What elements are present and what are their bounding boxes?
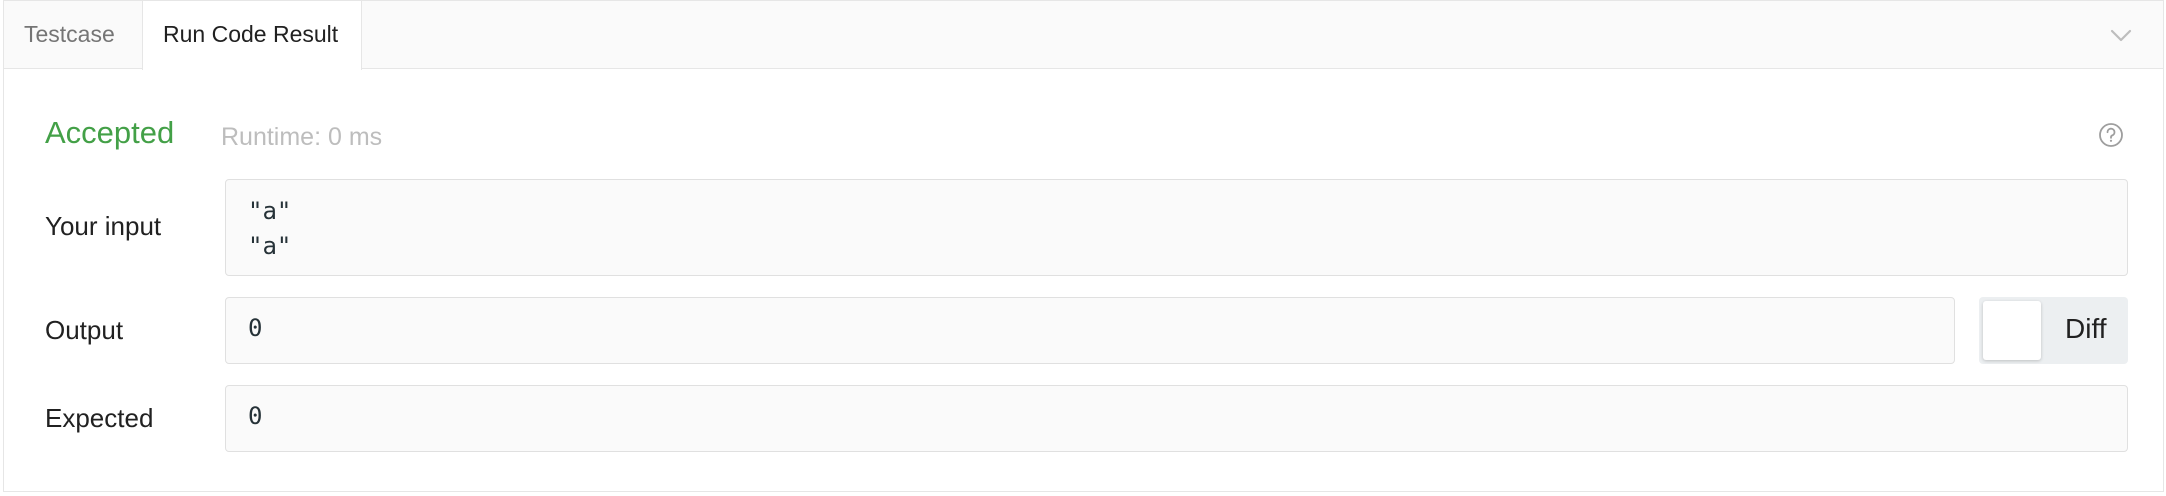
input-label: Your input [45, 211, 162, 241]
result-panel: Testcase Run Code Result Accepted Runtim… [3, 0, 2164, 492]
chevron-down-icon[interactable] [2107, 21, 2135, 49]
expected-label: Expected [45, 403, 154, 433]
input-value-box: "a" "a" [225, 179, 2128, 276]
output-label: Output [45, 315, 124, 345]
diff-toggle-knob[interactable] [1983, 301, 2041, 360]
runtime-text: Runtime: 0 ms [221, 123, 383, 151]
status-verdict: Accepted [45, 115, 175, 150]
tab-bar: Testcase Run Code Result [4, 1, 2163, 70]
tab-run-code-result[interactable]: Run Code Result [142, 1, 362, 70]
expected-value-box: 0 [225, 385, 2128, 452]
tab-testcase[interactable]: Testcase [4, 1, 142, 69]
diff-label: Diff [2065, 313, 2107, 344]
diff-toggle[interactable]: Diff [1979, 297, 2128, 364]
output-value-box: 0 [225, 297, 1955, 364]
question-circle-icon[interactable] [2097, 121, 2125, 149]
